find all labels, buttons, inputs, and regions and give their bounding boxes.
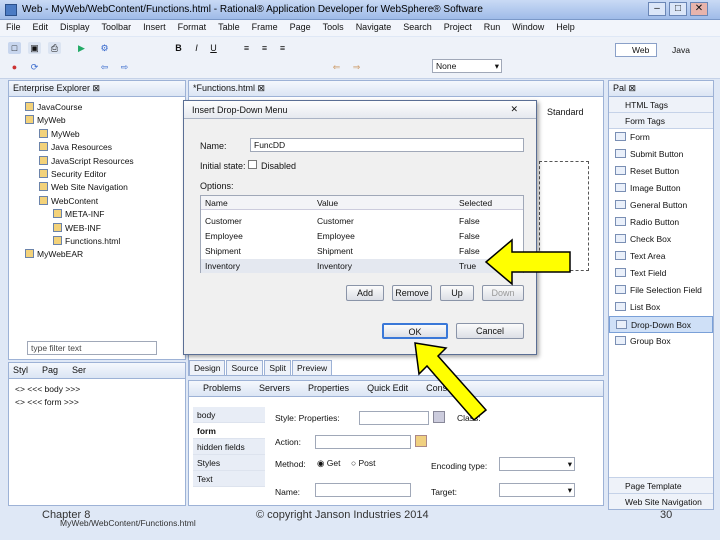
arrow-to-ok-button (414, 342, 488, 422)
page-number: 30 (660, 509, 673, 521)
annotation-arrows (414, 238, 571, 422)
arrow-to-selected-row (484, 238, 571, 286)
chapter-label: Chapter 8 (42, 509, 91, 521)
copyright-label: © copyright Janson Industries 2014 (256, 509, 429, 521)
